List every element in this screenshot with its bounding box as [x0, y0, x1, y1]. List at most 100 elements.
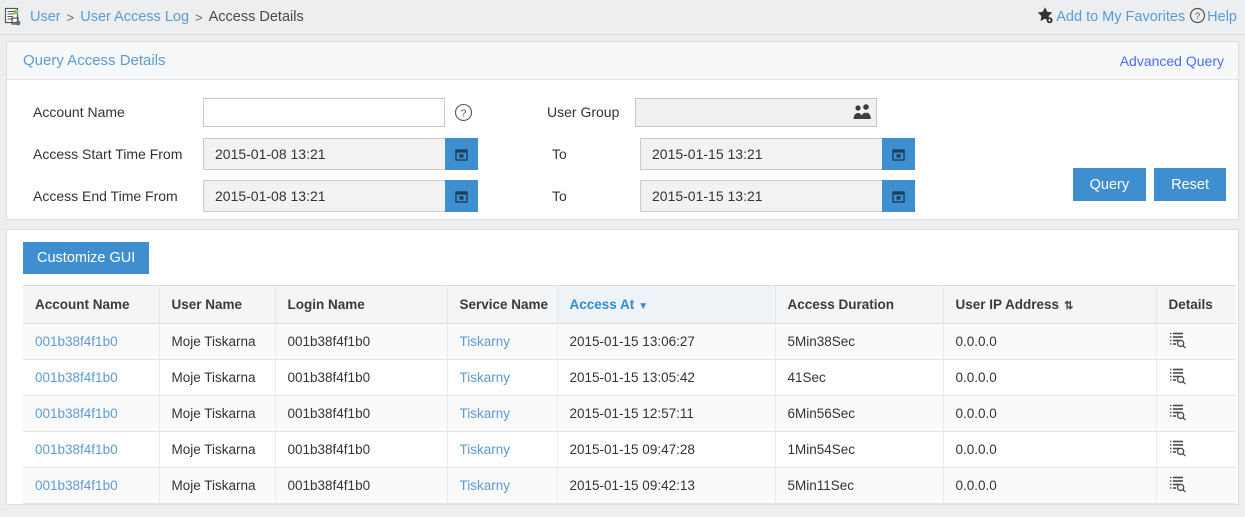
user-group-control	[635, 97, 877, 127]
account-name-link[interactable]: 001b38f4f1b0	[35, 442, 118, 457]
end-time-from-control	[203, 180, 478, 212]
account-name-input[interactable]	[203, 97, 445, 127]
query-button[interactable]: Query	[1072, 168, 1147, 201]
account-name-link[interactable]: 001b38f4f1b0	[35, 370, 118, 385]
cell-login-name: 001b38f4f1b0	[275, 431, 448, 468]
end-time-to-calendar-button[interactable]	[882, 180, 915, 212]
cell-user-ip-address: 0.0.0.0	[943, 467, 1157, 504]
cell-service-name: Tiskarny	[447, 359, 558, 396]
cell-access-at: 2015-01-15 09:42:13	[557, 467, 776, 504]
end-time-from-input[interactable]	[203, 180, 445, 212]
access-start-time-label: Access Start Time From	[33, 146, 183, 162]
list-search-icon[interactable]	[1169, 440, 1187, 460]
breadcrumb: User > User Access Log > Access Details	[4, 7, 304, 27]
question-circle-icon: ?	[1189, 7, 1207, 28]
list-search-icon[interactable]	[1169, 368, 1187, 388]
table-row: 001b38f4f1b0 Moje Tiskarna 001b38f4f1b0 Tis…	[23, 395, 1236, 432]
account-name-hint-icon[interactable]: ?	[454, 98, 473, 127]
user-group-icon[interactable]	[851, 98, 873, 127]
cell-access-at: 2015-01-15 09:47:28	[557, 431, 776, 468]
cell-service-name: Tiskarny	[447, 467, 558, 504]
sort-toggle-icon: ⇅	[1064, 300, 1074, 312]
table-row: 001b38f4f1b0 Moje Tiskarna 001b38f4f1b0 Tis…	[23, 467, 1236, 504]
account-name-link[interactable]: 001b38f4f1b0	[35, 406, 118, 421]
column-header-access-duration[interactable]: Access Duration	[775, 285, 944, 324]
start-time-from-calendar-button[interactable]	[445, 138, 478, 170]
cell-service-name: Tiskarny	[447, 323, 558, 360]
breadcrumb-separator-2: >	[195, 9, 203, 25]
start-time-from-input[interactable]	[203, 138, 445, 170]
end-time-to-input[interactable]	[640, 180, 882, 212]
column-header-user-name[interactable]: User Name	[159, 285, 276, 324]
column-header-login-name[interactable]: Login Name	[275, 285, 448, 324]
form-row-end-time: Access End Time From To	[7, 176, 1238, 216]
start-time-from-control	[203, 138, 478, 170]
breadcrumb-item-user-access-log[interactable]: User Access Log	[80, 9, 189, 25]
form-actions: Query Reset	[1072, 168, 1226, 201]
list-search-icon[interactable]	[1169, 404, 1187, 424]
cell-details	[1156, 467, 1236, 504]
cell-account-name: 001b38f4f1b0	[23, 359, 160, 396]
query-panel-title: Query Access Details	[23, 52, 166, 69]
service-name-link[interactable]: Tiskarny	[460, 478, 511, 493]
start-time-to-calendar-button[interactable]	[882, 138, 915, 170]
cell-access-duration: 41Sec	[775, 359, 944, 396]
column-header-service-name[interactable]: Service Name	[447, 285, 558, 324]
cell-login-name: 001b38f4f1b0	[275, 467, 448, 504]
account-name-link[interactable]: 001b38f4f1b0	[35, 478, 118, 493]
help-label: Help	[1207, 9, 1237, 25]
cell-user-ip-address: 0.0.0.0	[943, 431, 1157, 468]
service-name-link[interactable]: Tiskarny	[460, 370, 511, 385]
customize-gui-button[interactable]: Customize GUI	[23, 242, 150, 274]
cell-access-duration: 5Min38Sec	[775, 323, 944, 360]
start-time-to-input[interactable]	[640, 138, 882, 170]
cell-access-duration: 6Min56Sec	[775, 395, 944, 432]
service-name-link[interactable]: Tiskarny	[460, 406, 511, 421]
cell-user-name: Moje Tiskarna	[159, 359, 276, 396]
column-header-details: Details	[1156, 285, 1236, 324]
query-panel-header: Query Access Details Advanced Query	[7, 42, 1238, 80]
cell-details	[1156, 323, 1236, 360]
start-time-to-label: To	[552, 146, 567, 162]
column-header-user-ip-address[interactable]: User IP Address ⇅	[943, 285, 1157, 324]
form-row-start-time: Access Start Time From To	[7, 134, 1238, 174]
account-name-link[interactable]: 001b38f4f1b0	[35, 334, 118, 349]
end-time-from-calendar-button[interactable]	[445, 180, 478, 212]
sort-desc-icon: ▼	[638, 301, 649, 312]
advanced-query-link[interactable]: Advanced Query	[1120, 53, 1224, 69]
list-search-icon[interactable]	[1169, 476, 1187, 496]
breadcrumb-item-user[interactable]: User	[30, 9, 61, 25]
column-header-access-at[interactable]: Access At ▼	[557, 285, 776, 324]
cell-service-name: Tiskarny	[447, 431, 558, 468]
table-row: 001b38f4f1b0 Moje Tiskarna 001b38f4f1b0 Tis…	[23, 323, 1236, 360]
service-name-link[interactable]: Tiskarny	[460, 334, 511, 349]
cell-access-duration: 5Min11Sec	[775, 467, 944, 504]
access-end-time-label: Access End Time From	[33, 188, 178, 204]
end-time-to-label: To	[552, 188, 567, 204]
start-time-to-control	[640, 138, 915, 170]
help-button[interactable]: ? Help	[1189, 7, 1237, 28]
query-panel: Query Access Details Advanced Query Acco…	[6, 41, 1239, 220]
reset-button[interactable]: Reset	[1154, 168, 1226, 201]
add-to-favorites-button[interactable]: Add to My Favorites	[1036, 6, 1185, 29]
cell-user-ip-address: 0.0.0.0	[943, 395, 1157, 432]
table-header-row: Account Name User Name Login Name Servic…	[23, 285, 1236, 324]
results-toolbar: Customize GUI	[7, 230, 1238, 285]
form-row-names: Account Name ? User Group	[7, 92, 1238, 132]
svg-text:?: ?	[461, 107, 467, 119]
cell-access-at: 2015-01-15 13:06:27	[557, 323, 776, 360]
cell-account-name: 001b38f4f1b0	[23, 467, 160, 504]
service-name-link[interactable]: Tiskarny	[460, 442, 511, 457]
end-time-to-control	[640, 180, 915, 212]
cell-login-name: 001b38f4f1b0	[275, 395, 448, 432]
cell-user-name: Moje Tiskarna	[159, 323, 276, 360]
table-row: 001b38f4f1b0 Moje Tiskarna 001b38f4f1b0 Tis…	[23, 431, 1236, 468]
svg-text:?: ?	[1195, 11, 1200, 22]
list-search-icon[interactable]	[1169, 332, 1187, 352]
table-body: 001b38f4f1b0 Moje Tiskarna 001b38f4f1b0 Tis…	[23, 323, 1236, 504]
user-group-input[interactable]	[635, 97, 877, 127]
column-header-account-name[interactable]: Account Name	[23, 285, 160, 324]
cell-user-name: Moje Tiskarna	[159, 395, 276, 432]
cell-login-name: 001b38f4f1b0	[275, 359, 448, 396]
cell-access-at: 2015-01-15 12:57:11	[557, 395, 776, 432]
